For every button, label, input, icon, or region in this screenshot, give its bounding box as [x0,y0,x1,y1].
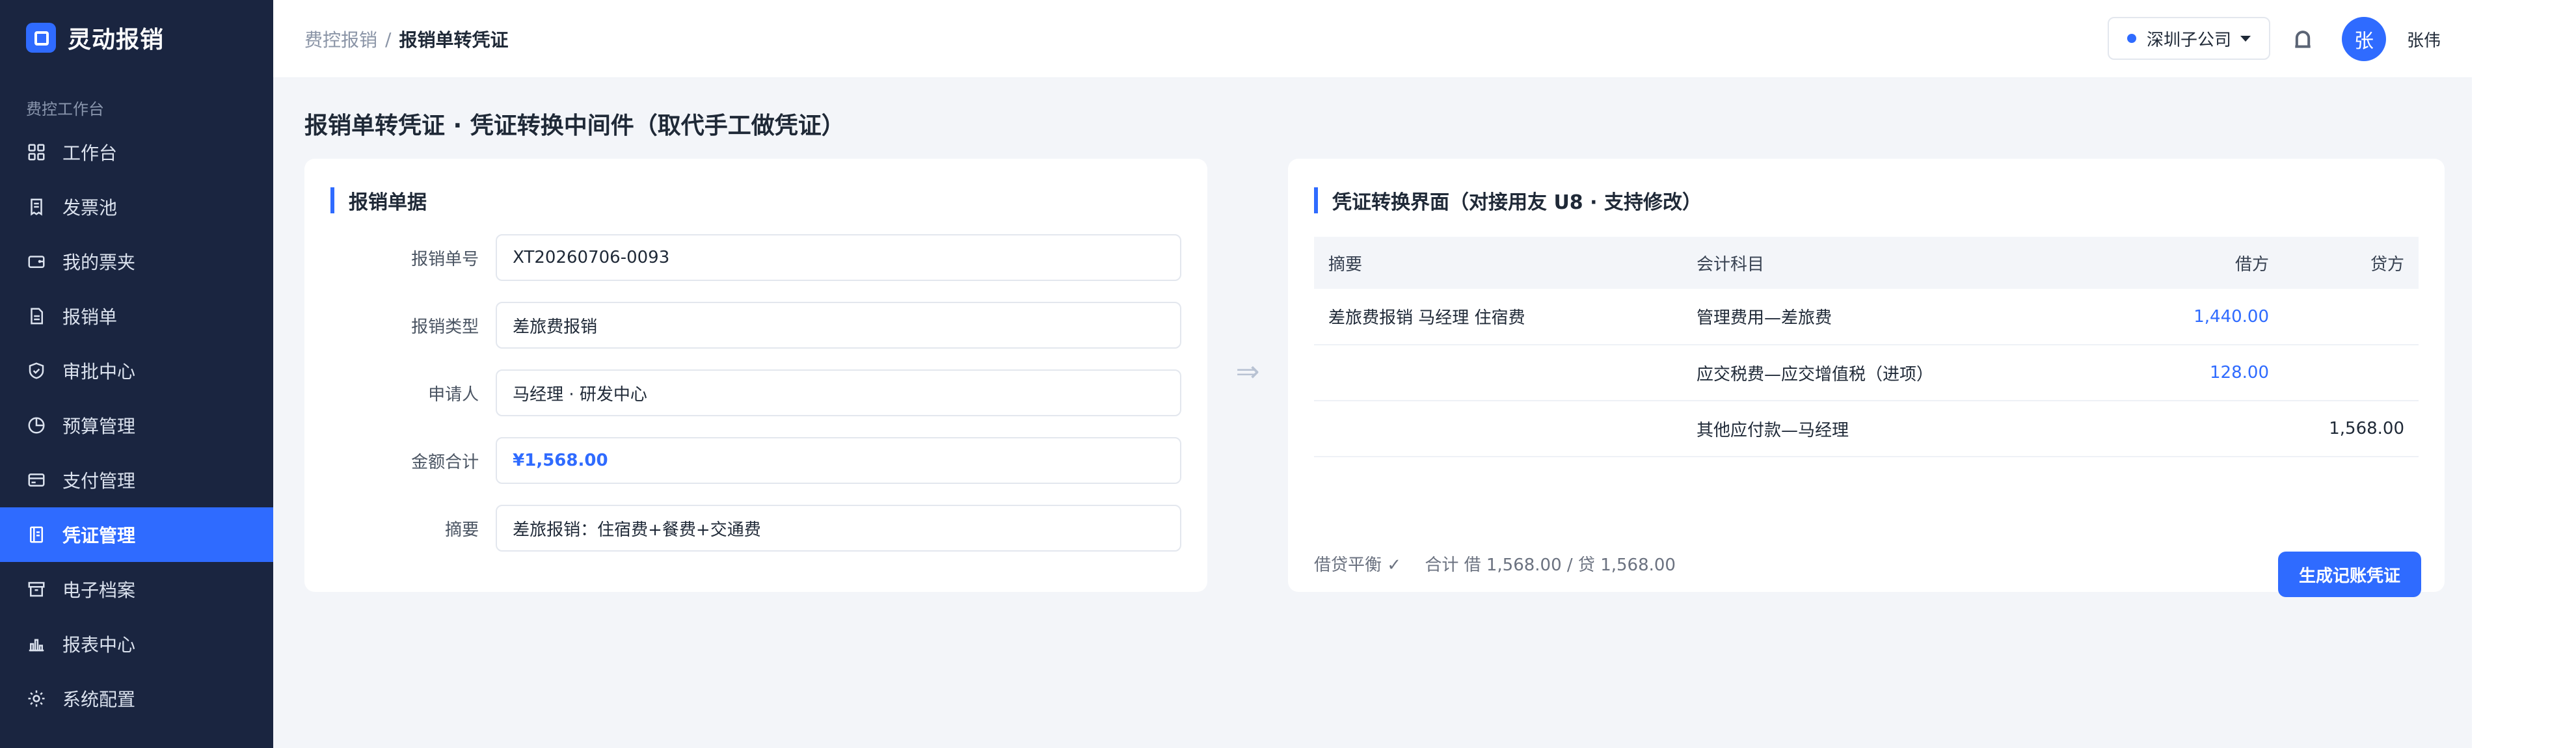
sidebar-item-label: 凭证管理 [62,525,136,546]
sidebar-item-label: 预算管理 [62,416,136,437]
top-header: 费控报销 / 报销单转凭证 深圳子公司 张 张伟 [273,0,2472,78]
app-name: 灵动报销 [68,27,165,53]
report-type-field[interactable] [496,302,1181,349]
wallet-icon [26,251,47,272]
column-header-debit: 借方 [2130,237,2283,289]
sidebar-item-label: 审批中心 [62,361,136,382]
amount-label: 金额合计 [411,452,479,472]
card-icon [26,470,47,490]
cell-credit[interactable] [2283,345,2419,401]
voucher-title: 凭证转换界面（对接用友 U8 · 支持修改） [1314,187,1702,214]
form-row-amount: 金额合计 [330,437,1181,484]
user-name[interactable]: 张伟 [2407,27,2441,51]
main-content: 报销单转凭证 · 凭证转换中间件（取代手工做凭证） 报销单据 报销单号 报销类型… [273,78,2472,748]
sidebar-nav: 工作台 发票池 我的票夹 报销单 审批中心 预算管理 支付管理 凭证管理 电子档… [0,125,273,726]
sidebar-item-workbench[interactable]: 工作台 [0,125,273,180]
sidebar-item-ticket-folder[interactable]: 我的票夹 [0,234,273,289]
shield-icon [26,360,47,381]
nav-section-label: 费控工作台 [26,100,104,118]
sidebar-item-settings[interactable]: 系统配置 [0,671,273,726]
sidebar-item-payment[interactable]: 支付管理 [0,453,273,507]
sidebar-item-approval[interactable]: 审批中心 [0,343,273,398]
form-row-report-type: 报销类型 [330,302,1181,349]
cell-account[interactable]: 其他应付款—马经理 [1682,401,2130,457]
cell-credit[interactable]: 1,568.00 [2283,401,2419,457]
sidebar-item-label: 报销单 [62,306,118,328]
form-row-report-no: 报销单号 [330,234,1181,281]
sidebar-item-label: 系统配置 [62,689,136,710]
sidebar-item-label: 发票池 [62,197,118,219]
breadcrumb-current: 报销单转凭证 [399,29,509,51]
amount-field[interactable] [496,437,1181,484]
table-row[interactable]: 差旅费报销 马经理 住宿费 管理费用—差旅费 1,440.00 [1314,289,2419,345]
cell-account[interactable]: 管理费用—差旅费 [1682,289,2130,345]
summary-field[interactable] [496,505,1181,552]
sidebar-item-label: 支付管理 [62,470,136,492]
archive-icon [26,579,47,600]
table-header-row: 摘要 会计科目 借方 贷方 [1314,237,2419,289]
voucher-card: 凭证转换界面（对接用友 U8 · 支持修改） 摘要 会计科目 借方 贷方 差旅费… [1288,159,2445,597]
sidebar-item-expense-report[interactable]: 报销单 [0,289,273,343]
invoice-icon [26,196,47,217]
page-right-margin [2472,0,2576,748]
org-status-dot [2127,34,2136,43]
cell-debit[interactable]: 1,440.00 [2130,289,2283,345]
sidebar: 灵动报销 费控工作台 工作台 发票池 我的票夹 报销单 审批中心 预算管理 支付… [0,0,273,748]
report-no-field[interactable] [496,234,1181,281]
summary-label: 摘要 [445,520,479,540]
sidebar-item-invoice-pool[interactable]: 发票池 [0,180,273,234]
org-selector-label: 深圳子公司 [2147,30,2232,50]
report-type-label: 报销类型 [411,317,479,337]
form-row-applicant: 申请人 [330,369,1181,416]
balance-status: 借贷平衡 ✓ [1314,555,1402,575]
bell-icon[interactable] [2290,26,2316,52]
breadcrumb-parent-link[interactable]: 费控报销 [304,26,377,52]
org-selector[interactable]: 深圳子公司 [2108,17,2270,60]
app-logo[interactable]: 灵动报销 [26,21,164,55]
cell-credit[interactable] [2283,289,2419,345]
bar-chart-icon [26,634,47,654]
document-icon [26,306,47,327]
generate-voucher-button[interactable]: 生成记账凭证 [2278,552,2421,597]
gear-icon [26,688,47,709]
form-row-summary: 摘要 [330,505,1181,552]
pie-chart-icon [26,415,47,436]
grid-icon [26,142,47,163]
avatar[interactable]: 张 [2342,17,2386,61]
sidebar-item-label: 报表中心 [62,634,136,656]
column-header-summary: 摘要 [1314,237,1682,289]
conversion-arrow-icon: ⇒ [1235,355,1260,388]
breadcrumb: 费控报销 / 报销单转凭证 [304,26,508,52]
logo-icon [26,23,56,53]
balance-total: 合计 借 1,568.00 / 贷 1,568.00 [1425,555,1676,575]
table-row[interactable]: 应交税费—应交增值税（进项） 128.00 [1314,345,2419,401]
cell-summary[interactable] [1314,401,1682,457]
expense-form-title: 报销单据 [330,187,427,214]
sidebar-item-label: 我的票夹 [62,252,136,273]
table-row[interactable]: 其他应付款—马经理 1,568.00 [1314,401,2419,457]
cell-summary[interactable]: 差旅费报销 马经理 住宿费 [1314,289,1682,345]
balance-summary: 借贷平衡 ✓ 合计 借 1,568.00 / 贷 1,568.00 [1314,552,1676,576]
sidebar-item-voucher[interactable]: 凭证管理 [0,507,273,562]
voucher-icon [26,524,47,545]
voucher-table: 摘要 会计科目 借方 贷方 差旅费报销 马经理 住宿费 管理费用—差旅费 1,4… [1314,237,2419,457]
report-no-label: 报销单号 [411,249,479,269]
expense-form-card: 报销单据 报销单号 报销类型 申请人 金额合计 摘要 [304,159,1207,592]
column-header-account: 会计科目 [1682,237,2130,289]
cell-debit[interactable] [2130,401,2283,457]
sidebar-item-label: 电子档案 [62,580,136,601]
chevron-down-icon [2240,35,2251,42]
applicant-field[interactable] [496,369,1181,416]
cell-debit[interactable]: 128.00 [2130,345,2283,401]
cell-summary[interactable] [1314,345,1682,401]
column-header-credit: 贷方 [2283,237,2419,289]
page-title: 报销单转凭证 · 凭证转换中间件（取代手工做凭证） [304,113,845,139]
sidebar-item-archive[interactable]: 电子档案 [0,562,273,617]
sidebar-item-reports[interactable]: 报表中心 [0,617,273,671]
breadcrumb-separator: / [385,28,392,50]
cell-account[interactable]: 应交税费—应交增值税（进项） [1682,345,2130,401]
sidebar-item-budget[interactable]: 预算管理 [0,398,273,453]
sidebar-item-label: 工作台 [62,142,118,164]
applicant-label: 申请人 [428,384,479,405]
